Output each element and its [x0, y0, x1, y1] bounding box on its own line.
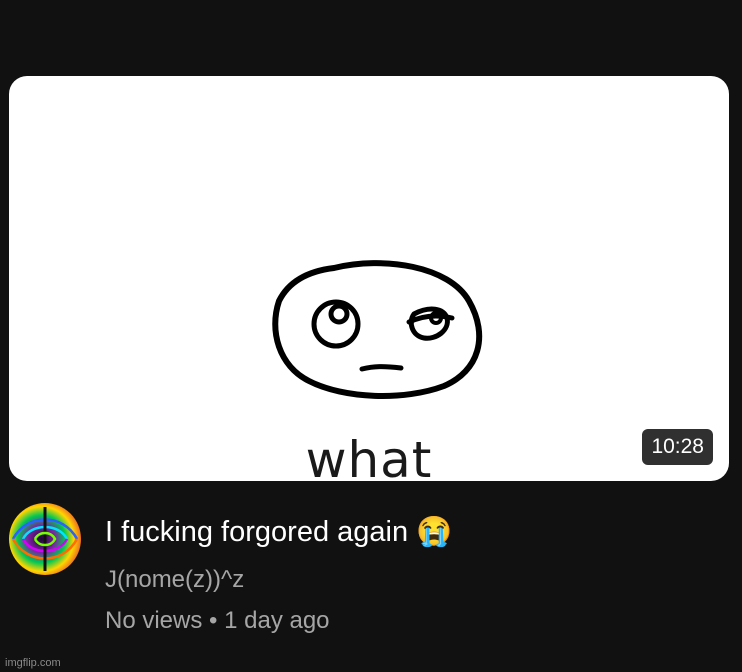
- video-stats: No views • 1 day ago: [105, 607, 330, 635]
- imgflip-watermark: imgflip.com: [5, 657, 61, 669]
- duration-badge: 10:28: [642, 429, 713, 465]
- channel-avatar[interactable]: [9, 503, 81, 575]
- fractal-avatar-image: [9, 503, 81, 575]
- view-count: No views: [105, 607, 203, 634]
- video-thumbnail[interactable]: what 10:28: [9, 76, 729, 481]
- channel-name[interactable]: J(nome(z))^z: [105, 566, 244, 594]
- separator-dot: •: [209, 607, 218, 634]
- video-meta: I fucking forgored again 😭 J(nome(z))^z …: [9, 503, 729, 643]
- confused-face-drawing: [272, 260, 483, 399]
- video-title[interactable]: I fucking forgored again 😭: [105, 515, 452, 549]
- upload-age: 1 day ago: [224, 607, 330, 634]
- thumbnail-caption: what: [305, 431, 433, 481]
